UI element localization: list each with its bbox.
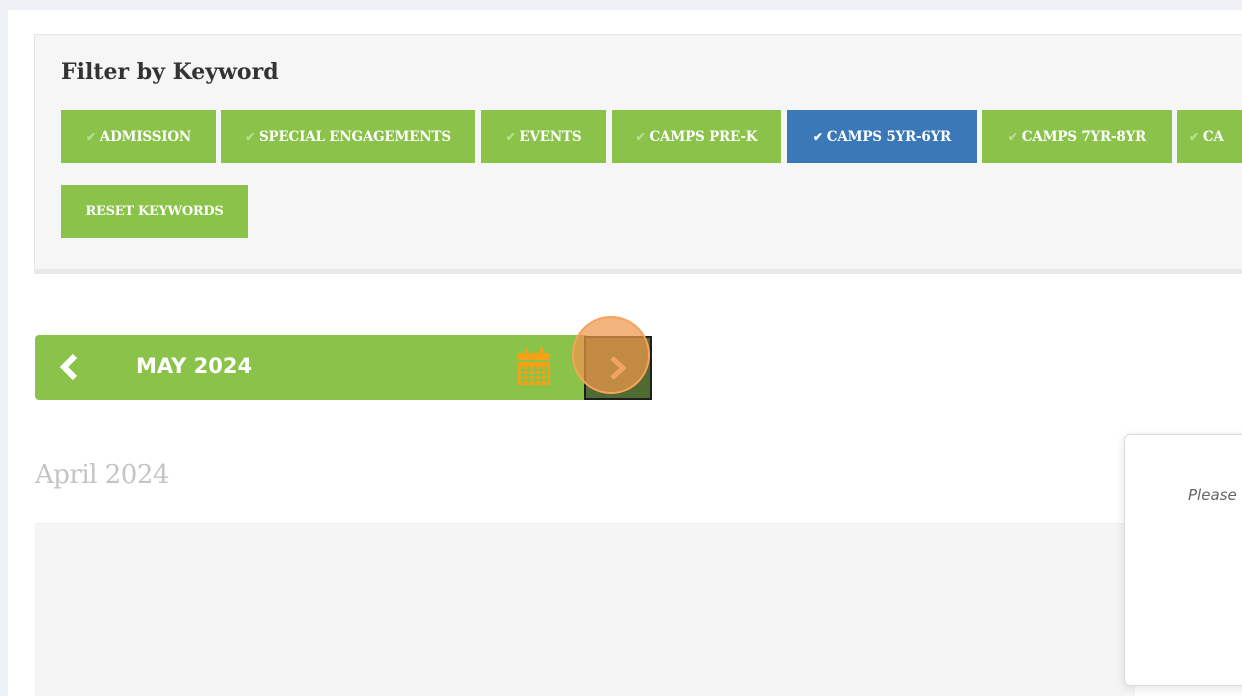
keyword-camps-pre-k-button[interactable]: ✔ CAMPS PRE-K (612, 110, 781, 163)
check-icon: ✔ (245, 129, 255, 144)
keyword-camps-5yr-6yr-button[interactable]: ✔ CAMPS 5YR-6YR (787, 110, 977, 163)
keyword-special-engagements-button[interactable]: ✔ SPECIAL ENGAGEMENTS (221, 110, 475, 163)
chevron-left-icon (59, 353, 78, 381)
keyword-label: EVENTS (519, 128, 582, 145)
check-icon: ✔ (635, 129, 646, 144)
notice-popup: Please (1124, 434, 1242, 686)
page: Filter by Keyword ✔ ADMISSION ✔ SPECIAL … (8, 10, 1242, 696)
calendar-icon (518, 348, 550, 385)
keyword-camps-7yr-8yr-button[interactable]: ✔ CAMPS 7YR-8YR (982, 110, 1172, 163)
section-month-heading: April 2024 (35, 460, 169, 490)
chevron-right-icon (610, 356, 627, 380)
next-month-button[interactable] (584, 336, 652, 400)
filter-title: Filter by Keyword (61, 59, 279, 85)
keyword-events-button[interactable]: ✔ EVENTS (481, 110, 606, 163)
reset-keywords-button[interactable]: RESET KEYWORDS (61, 185, 248, 238)
keyword-label: CA (1202, 128, 1224, 145)
check-icon: ✔ (812, 129, 823, 144)
keyword-label: CAMPS 7YR-8YR (1021, 128, 1147, 145)
previous-month-button[interactable] (51, 349, 87, 385)
keyword-label: CAMPS PRE-K (649, 128, 758, 145)
keyword-camps-next-button[interactable]: ✔ CA (1177, 110, 1242, 163)
check-icon: ✔ (1189, 129, 1199, 144)
keyword-admission-button[interactable]: ✔ ADMISSION (61, 110, 216, 163)
popup-text: Please (1188, 486, 1237, 504)
keyword-label: SPECIAL ENGAGEMENTS (258, 128, 451, 145)
keyword-label: CAMPS 5YR-6YR (826, 128, 952, 145)
current-month-label: MAY 2024 (136, 354, 253, 378)
month-navigation-bar: MAY 2024 (35, 335, 586, 400)
events-list-area (35, 523, 1135, 696)
check-icon: ✔ (1007, 129, 1018, 144)
keyword-label: ADMISSION (99, 128, 192, 145)
check-icon: ✔ (505, 129, 516, 144)
check-icon: ✔ (85, 129, 96, 144)
calendar-picker-button[interactable] (516, 347, 552, 387)
keyword-filter-panel: Filter by Keyword ✔ ADMISSION ✔ SPECIAL … (34, 34, 1242, 274)
